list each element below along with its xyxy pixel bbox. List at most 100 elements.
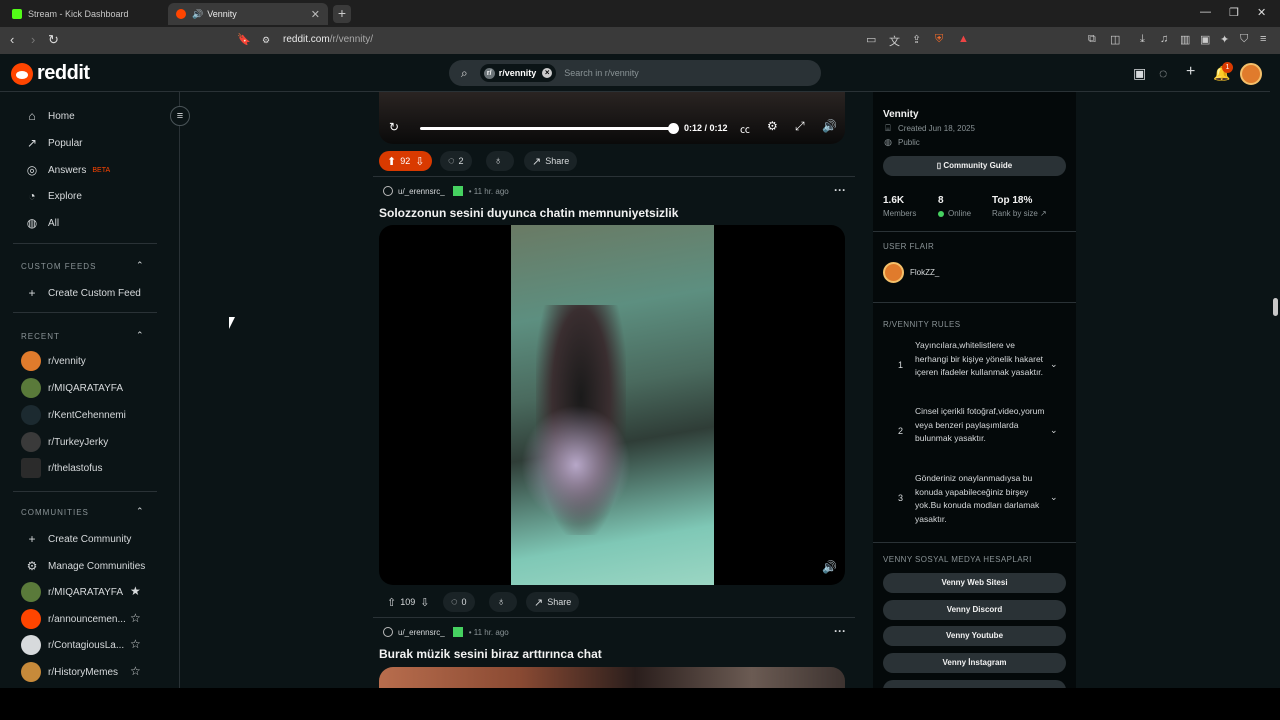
scrollbar-thumb[interactable] [1273, 298, 1278, 316]
screenshot-icon[interactable]: ◫ [1110, 33, 1120, 46]
brave-rewards-icon[interactable]: ▲ [958, 33, 969, 45]
nav-answers[interactable]: ◎ Answers BETA [25, 163, 110, 177]
recent-item[interactable]: r/MIQARATAYFA [21, 378, 123, 398]
new-tab-button[interactable]: + [333, 5, 351, 23]
user-avatar[interactable] [1240, 63, 1262, 85]
chevron-down-icon[interactable]: ⌄ [1050, 492, 1058, 503]
author-avatar-icon[interactable] [383, 186, 393, 196]
create-post-icon[interactable]: + [1186, 63, 1195, 81]
replay-icon[interactable]: ↻ [389, 120, 399, 134]
page-scrollbar[interactable] [1270, 54, 1280, 688]
custom-feeds-heading[interactable]: CUSTOM FEEDS [21, 262, 96, 271]
community-item[interactable]: r/ContagiousLa... [21, 635, 124, 655]
comments-button[interactable]: ◌ 0 [443, 592, 475, 612]
more-options-icon[interactable]: ··· [834, 624, 846, 638]
brave-shield-icon[interactable]: ⛨ [935, 33, 943, 46]
volume-icon[interactable]: 🔊 [822, 560, 837, 574]
share-button[interactable]: ↗ Share [526, 592, 580, 612]
post-author[interactable]: u/_erennsrc_ [398, 628, 445, 637]
search-bar[interactable]: ⌕ r/ r/vennity × Search in r/vennity [449, 60, 821, 86]
rule-item[interactable]: 2 Cinsel içerikli fotoğraf,video,yorum v… [883, 405, 1068, 460]
close-tab-icon[interactable]: ✕ [311, 8, 320, 21]
site-settings-icon[interactable]: ⚙ [262, 35, 270, 46]
create-custom-feed[interactable]: + Create Custom Feed [25, 286, 140, 300]
browser-tab-vennity[interactable]: 🔊 Vennity ✕ [168, 3, 328, 25]
fullscreen-icon[interactable]: ⤢ [795, 119, 805, 134]
forward-icon[interactable]: › [31, 32, 35, 47]
manage-communities[interactable]: ⚙ Manage Communities [25, 559, 146, 573]
downvote-icon[interactable]: ⇩ [420, 596, 429, 609]
close-window-icon[interactable]: ✕ [1257, 6, 1266, 19]
video-player[interactable] [379, 225, 845, 585]
nav-popular[interactable]: ↗ Popular [25, 136, 83, 150]
upvote-icon[interactable]: ⇧ [387, 596, 396, 609]
web-site-button[interactable]: Venny Web Sitesi [883, 573, 1066, 593]
award-button[interactable]: ♁ [489, 592, 518, 612]
downloads-icon[interactable]: ⤓ [1140, 33, 1145, 46]
star-outline-icon[interactable]: ☆ [130, 611, 141, 625]
url-field[interactable]: reddit.com/r/vennity/ [283, 34, 373, 45]
nav-all[interactable]: ◍ All [25, 216, 59, 230]
recent-item[interactable]: r/vennity [21, 351, 86, 371]
recent-item[interactable]: r/thelastofus [21, 458, 102, 478]
bookmark-icon[interactable]: 🔖 [237, 33, 251, 46]
community-item[interactable]: r/announcemen... [21, 609, 126, 629]
downvote-icon[interactable]: ⇩ [415, 155, 424, 168]
instagram-button[interactable]: Venny İnstagram [883, 653, 1066, 673]
advertise-icon[interactable]: ▣ [1133, 65, 1146, 82]
reload-icon[interactable]: ↻ [48, 32, 59, 48]
video-progress-bar[interactable] [420, 127, 672, 130]
communities-heading[interactable]: COMMUNITIES [21, 508, 89, 517]
community-item[interactable]: r/HistoryMemes [21, 662, 118, 682]
chat-icon[interactable]: ◌ [1159, 65, 1167, 81]
rule-item[interactable]: 1 Yayıncılara,whitelistlere ve herhangi … [883, 339, 1068, 394]
leo-ai-icon[interactable]: ✦ [1220, 33, 1229, 46]
more-options-icon[interactable]: ··· [834, 183, 846, 197]
chevron-down-icon[interactable]: ⌄ [1050, 359, 1058, 370]
translate-icon[interactable]: 文 [889, 33, 900, 49]
search-input[interactable]: Search in r/vennity [564, 68, 639, 78]
post-title[interactable]: Burak müzik sesini biraz arttırınca chat [379, 647, 602, 661]
recent-heading[interactable]: RECENT [21, 332, 60, 341]
collapse-sidebar-button[interactable]: ≡ [170, 106, 190, 126]
vote-button[interactable]: ⬆ 92 ⇩ [379, 151, 433, 171]
comments-button[interactable]: ◌ 2 [440, 151, 472, 171]
chevron-up-icon[interactable]: ⌃ [136, 506, 144, 517]
youtube-button[interactable]: Venny Youtube [883, 626, 1066, 646]
media-icon[interactable]: ♫ [1160, 33, 1168, 45]
clear-scope-icon[interactable]: × [542, 68, 553, 78]
extensions-icon[interactable]: ⧉ [1088, 33, 1096, 46]
create-community[interactable]: + Create Community [25, 532, 131, 546]
author-avatar-icon[interactable] [383, 627, 393, 637]
video-player-prev[interactable] [379, 92, 845, 144]
discord-button[interactable]: Venny Discord [883, 600, 1066, 620]
minimize-icon[interactable]: — [1200, 6, 1211, 18]
search-scope-chip[interactable]: r/ r/vennity × [479, 64, 557, 82]
star-filled-icon[interactable]: ★ [130, 584, 141, 598]
star-outline-icon[interactable]: ☆ [130, 637, 141, 651]
nav-home[interactable]: ⌂ Home [25, 109, 74, 123]
user-flair[interactable]: FlokZZ_ [883, 262, 939, 283]
recent-item[interactable]: r/TurkeyJerky [21, 432, 108, 452]
rule-item[interactable]: 3 Gönderiniz onaylanmadıysa bu konuda ya… [883, 472, 1068, 527]
sidebar-toggle-icon[interactable]: ▥ [1180, 33, 1190, 46]
vpn-icon[interactable]: ⛉ [1240, 33, 1248, 46]
star-outline-icon[interactable]: ☆ [130, 664, 141, 678]
volume-icon[interactable]: 🔊 [822, 119, 837, 133]
reddit-logo[interactable]: reddit [11, 62, 90, 85]
back-icon[interactable]: ‹ [10, 32, 14, 47]
share-button[interactable]: ↗ Share [524, 151, 578, 171]
share-page-icon[interactable]: ⇪ [912, 33, 921, 46]
restore-icon[interactable]: ❐ [1229, 6, 1239, 19]
community-item[interactable]: r/MIQARATAYFA [21, 582, 123, 602]
upvote-icon[interactable]: ⬆ [387, 155, 396, 168]
browser-tab-kick[interactable]: Stream - Kick Dashboard [4, 3, 164, 25]
community-guide-button[interactable]: ▯ Community Guide [883, 156, 1066, 176]
post-author[interactable]: u/_erennsrc_ [398, 187, 445, 196]
video-progress-knob[interactable] [668, 123, 679, 134]
recent-item[interactable]: r/KentCehennemi [21, 405, 126, 425]
post-title[interactable]: Solozzonun sesini duyunca chatin memnuni… [379, 206, 678, 220]
chevron-up-icon[interactable]: ⌃ [136, 260, 144, 271]
chevron-up-icon[interactable]: ⌃ [136, 330, 144, 341]
vote-button[interactable]: ⇧ 109 ⇩ [379, 592, 437, 612]
